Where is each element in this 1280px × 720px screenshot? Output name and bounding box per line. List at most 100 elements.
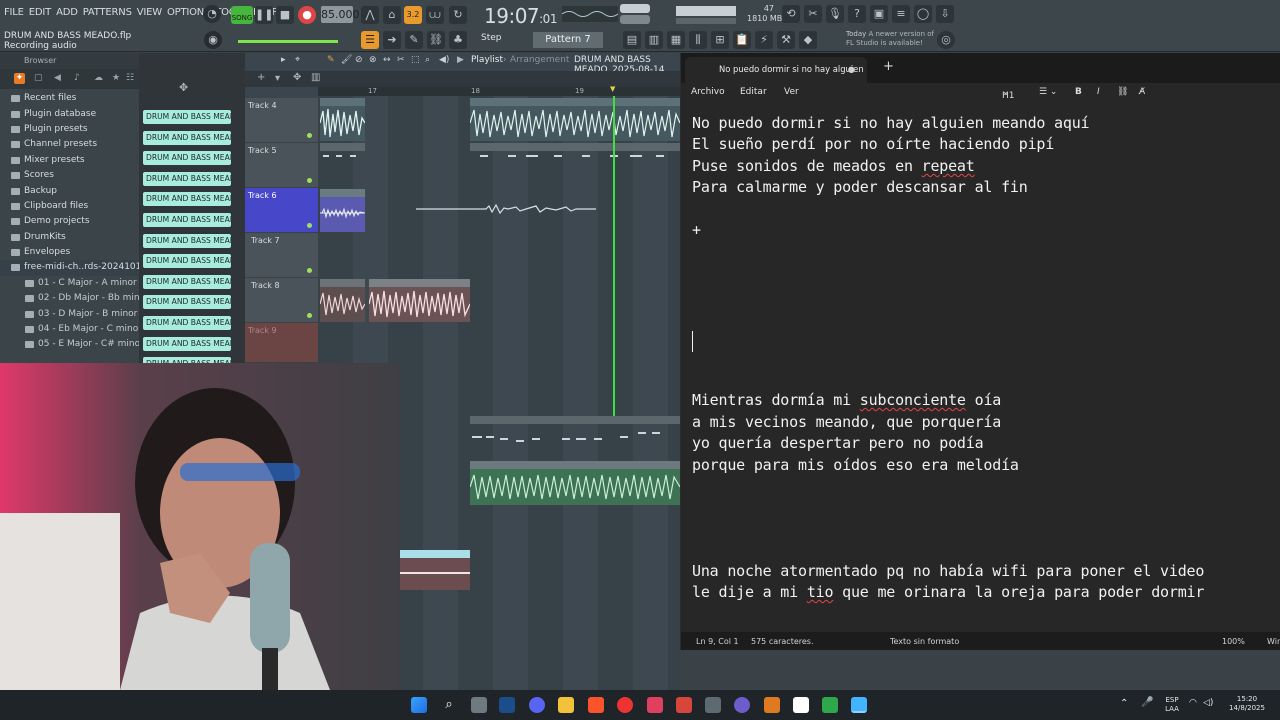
clip-kmrb[interactable]: KMRB..ngle: [320, 279, 365, 322]
capcut-icon[interactable]: [793, 697, 809, 713]
discord-icon[interactable]: [529, 697, 545, 713]
channel-button[interactable]: DRUM AND BASS MEADO_: [143, 130, 231, 145]
spellcheck-mark[interactable]: subconciente: [860, 391, 966, 409]
link-icon[interactable]: ⛓: [1117, 87, 1128, 97]
browser-item[interactable]: 02 - Db Major - Bb minor: [0, 291, 139, 306]
record-icon[interactable]: ●: [298, 6, 316, 24]
notepad-tab[interactable]: No puedo dormir si no hay alguien ●: [685, 57, 867, 83]
browser-item[interactable]: 03 - D Major - B minor: [0, 306, 139, 321]
tempo-display[interactable]: 85.000: [321, 6, 360, 23]
save-icon[interactable]: ▣: [870, 5, 888, 23]
track-header-7[interactable]: Track 7: [245, 233, 318, 278]
track-led-icon[interactable]: [307, 223, 312, 228]
menu-add[interactable]: ADD: [56, 7, 78, 18]
browser-item[interactable]: Recent files: [0, 91, 139, 106]
track-zoom-icon[interactable]: ▥: [311, 72, 320, 83]
snap-icon[interactable]: ☰: [361, 31, 379, 49]
browser-item[interactable]: Mixer presets: [0, 153, 139, 168]
clear-format-icon[interactable]: A̸: [1139, 87, 1145, 97]
channel-button[interactable]: DRUM AND BASS MEADO_: [143, 151, 231, 166]
browser-project-icon[interactable]: ▢: [34, 73, 45, 84]
bold-icon[interactable]: B: [1075, 87, 1082, 97]
typeface-icon[interactable]: [676, 697, 692, 713]
system-clock[interactable]: 15:20 14/8/2025: [1226, 695, 1268, 713]
zoom-tool-icon[interactable]: ⌕: [425, 55, 430, 65]
track-move-icon[interactable]: ✥: [293, 72, 301, 83]
browser-plugins-icon[interactable]: ♪: [74, 73, 85, 84]
steam-icon[interactable]: [499, 697, 515, 713]
browser-item[interactable]: Backup: [0, 183, 139, 198]
browser-item[interactable]: Envelopes: [0, 245, 139, 260]
wifi-icon[interactable]: ◠: [1189, 699, 1197, 708]
clip-pattern-4b[interactable]: Pattern 4: [470, 143, 680, 186]
blend-notes-icon[interactable]: ⩊: [426, 6, 444, 24]
browser-more-icon[interactable]: ☷: [126, 73, 137, 84]
pattern-selector[interactable]: Pattern 7: [533, 32, 603, 48]
browser-item[interactable]: Scores: [0, 168, 139, 183]
brush-tool-icon[interactable]: 🖌: [341, 55, 352, 65]
browser-samples-icon[interactable]: ◀: [54, 73, 65, 84]
menu-view[interactable]: VIEW: [137, 7, 162, 18]
new-tab-button[interactable]: +: [883, 59, 894, 74]
plugin-icon[interactable]: ⚡: [755, 31, 773, 49]
playlist-crumb[interactable]: Arrangement: [510, 55, 569, 65]
menu-file[interactable]: FILE: [4, 7, 24, 18]
stop-icon[interactable]: ■: [276, 6, 294, 24]
fl-studio-icon[interactable]: [764, 697, 780, 713]
channel-button[interactable]: DRUM AND BASS MEADO_: [143, 171, 231, 186]
language-indicator[interactable]: ESP LAA: [1160, 696, 1184, 714]
timeline-ruler[interactable]: 17 18 19 ▼: [318, 85, 680, 96]
browser-item[interactable]: 01 - C Major - A minor: [0, 276, 139, 291]
file-explorer-icon[interactable]: [558, 697, 574, 713]
channel-button[interactable]: DRUM AND BASS MEADO_: [143, 192, 231, 207]
browser-star-icon[interactable]: ★: [112, 73, 123, 84]
pitch-knob-icon[interactable]: ◉: [204, 31, 222, 49]
chat-icon[interactable]: ◯: [914, 5, 932, 23]
help-icon[interactable]: ?: [848, 5, 866, 23]
delete-tool-icon[interactable]: ⊘: [355, 55, 363, 65]
loop-record-icon[interactable]: ↻: [449, 6, 467, 24]
link-icon[interactable]: ⛓: [427, 31, 445, 49]
browser-item[interactable]: free-midi-ch..rds-20241011: [0, 260, 139, 276]
master-volume-slider[interactable]: [238, 40, 338, 43]
picker-icon[interactable]: ▾: [275, 73, 280, 84]
channel-button[interactable]: DRUM AND BASS MEADO_: [143, 295, 231, 310]
mixer-view-icon[interactable]: ⫼: [689, 31, 707, 49]
browser-all-icon[interactable]: ✦: [14, 73, 25, 84]
chrome-icon[interactable]: [617, 697, 633, 713]
update-icon[interactable]: ◎: [937, 31, 955, 49]
clip-pattern-4a[interactable]: Pattern 4: [320, 143, 365, 186]
wait-input-icon[interactable]: ⌂: [383, 6, 401, 24]
keyboard-app-icon[interactable]: [705, 697, 721, 713]
magnet-icon[interactable]: ⌖: [295, 55, 300, 65]
channel-button[interactable]: DRUM AND BASS MEADO_: [143, 336, 231, 351]
channel-button[interactable]: DRUM AND BASS MEADO_: [143, 274, 231, 289]
pencil-tool-icon[interactable]: ✎: [327, 55, 335, 65]
pencil-icon[interactable]: ✎: [405, 31, 423, 49]
microphone-icon[interactable]: 🎙: [826, 5, 844, 23]
track-led-icon[interactable]: [307, 178, 312, 183]
channel-rack-icon[interactable]: ▦: [667, 31, 685, 49]
browser-item[interactable]: Plugin database: [0, 106, 139, 121]
channel-button[interactable]: DRUM AND BASS MEADO_: [143, 254, 231, 269]
track-header-8[interactable]: Track 8: [245, 278, 318, 323]
track-led-icon[interactable]: [307, 268, 312, 273]
volume-icon[interactable]: ◁): [1203, 699, 1213, 708]
brave-icon[interactable]: [588, 697, 604, 713]
browser-item[interactable]: 04 - Eb Major - C minor: [0, 322, 139, 337]
channel-button[interactable]: DRUM AND BASS MEADO_: [143, 316, 231, 330]
italic-icon[interactable]: I: [1097, 87, 1100, 97]
heading-dropdown[interactable]: H1 ⌄: [1002, 87, 1015, 101]
playlist-play-icon[interactable]: ▶: [457, 55, 464, 65]
obs-icon[interactable]: [734, 697, 750, 713]
tools-icon[interactable]: ⚒: [777, 31, 795, 49]
search-icon[interactable]: ⌕: [441, 697, 457, 713]
notepad-taskbar-icon[interactable]: [851, 697, 867, 713]
song-mode-button[interactable]: SONG: [231, 6, 253, 24]
browser-icon[interactable]: ⊞: [711, 31, 729, 49]
menu-patterns[interactable]: PATTERNS: [83, 7, 132, 18]
clipboard-icon[interactable]: 📋: [733, 31, 751, 49]
menu-ver[interactable]: Ver: [784, 87, 799, 97]
channel-rack-move-icon[interactable]: ✥: [179, 81, 188, 94]
snap-step-label[interactable]: Step: [481, 33, 502, 43]
